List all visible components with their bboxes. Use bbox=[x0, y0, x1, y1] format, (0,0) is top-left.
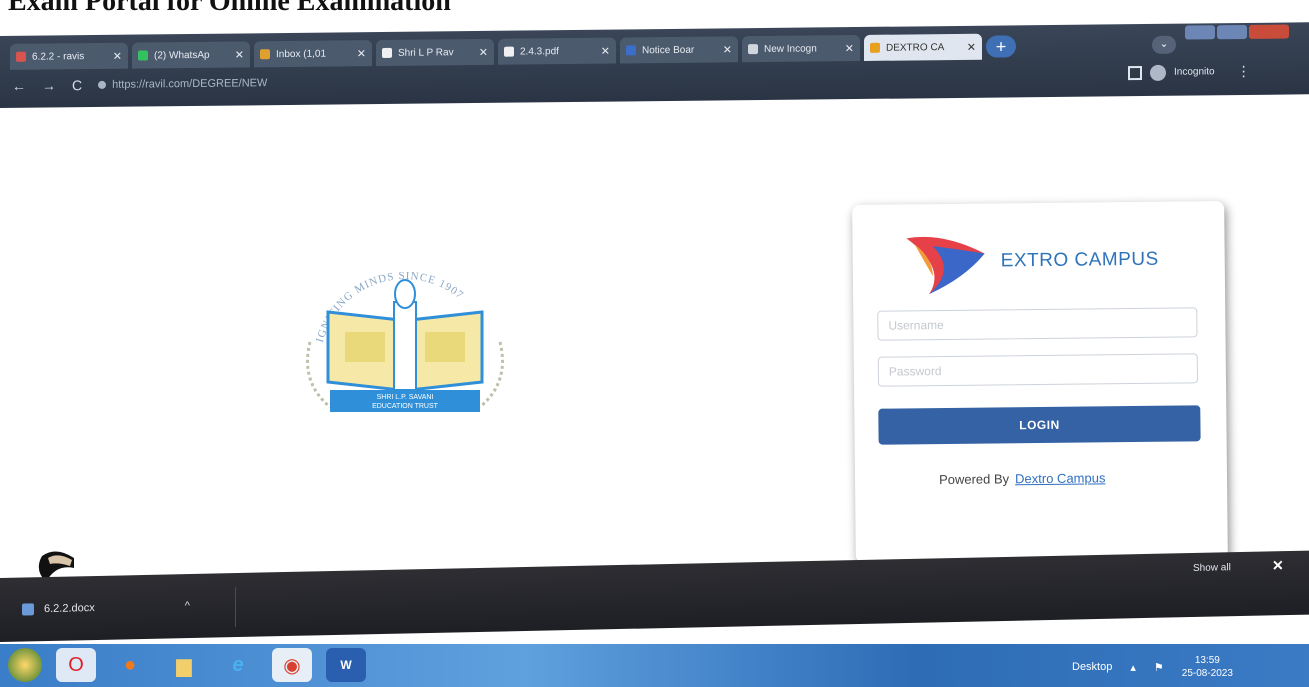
page-heading: Exam Portal for Online Examination bbox=[8, 0, 451, 17]
profile-label: Incognito bbox=[1174, 66, 1215, 78]
close-downloads-button[interactable]: ✕ bbox=[1272, 557, 1284, 574]
chevron-up-icon[interactable]: ^ bbox=[185, 600, 190, 612]
tab-close-icon[interactable]: ✕ bbox=[357, 47, 366, 60]
dextro-logo-icon bbox=[906, 236, 985, 295]
back-button[interactable]: ← bbox=[12, 78, 26, 94]
reload-button[interactable]: C bbox=[72, 77, 82, 93]
internet-explorer-icon[interactable]: e bbox=[218, 648, 258, 682]
tab-label: Inbox (1,01 bbox=[276, 48, 327, 60]
incognito-avatar-icon[interactable] bbox=[1150, 64, 1166, 81]
tab-strip: 6.2.2 - ravis ✕ (2) WhatsAp ✕ Inbox (1,01 ✕ Sh… bbox=[10, 33, 1016, 70]
login-button[interactable]: LOGIN bbox=[878, 405, 1201, 445]
start-orb-icon[interactable] bbox=[8, 648, 42, 682]
tab-label: Shri L P Rav bbox=[398, 46, 454, 59]
tab-close-icon[interactable]: ✕ bbox=[967, 40, 976, 53]
tab-label: New Incogn bbox=[764, 42, 817, 55]
download-item[interactable]: 6.2.2.docx ^ bbox=[22, 600, 190, 616]
browser-chrome: 6.2.2 - ravis ✕ (2) WhatsAp ✕ Inbox (1,01 ✕ Sh… bbox=[0, 22, 1309, 108]
show-all-button[interactable]: Show all bbox=[1193, 562, 1231, 574]
browser-tab[interactable]: Inbox (1,01 ✕ bbox=[254, 40, 372, 68]
browser-tab[interactable]: Shri L P Rav ✕ bbox=[376, 38, 494, 67]
tab-close-icon[interactable]: ✕ bbox=[723, 43, 732, 56]
powered-by: Powered By Dextro Campus bbox=[939, 470, 1106, 487]
trust-emblem-logo: IGNITING MINDS SINCE 1907 SHRI L.P. SAVA… bbox=[290, 270, 520, 437]
desktop-toolbar-label[interactable]: Desktop bbox=[1072, 661, 1112, 673]
browser-tab[interactable]: New Incogn ✕ bbox=[742, 34, 860, 63]
word-icon[interactable]: W bbox=[326, 648, 366, 682]
address-bar[interactable]: https://ravil.com/DEGREE/NEW bbox=[98, 75, 478, 91]
tray-overflow-icon[interactable]: ▴ bbox=[1130, 661, 1136, 674]
opera-icon[interactable]: O bbox=[56, 648, 96, 682]
download-divider bbox=[235, 587, 236, 628]
tab-close-icon[interactable]: ✕ bbox=[845, 42, 854, 55]
browser-tab[interactable]: (2) WhatsAp ✕ bbox=[132, 41, 250, 69]
tab-groups-icon[interactable] bbox=[1128, 65, 1142, 80]
emblem-trust-line1: SHRI L.P. SAVANI bbox=[377, 394, 434, 401]
tab-favicon-icon bbox=[138, 50, 148, 61]
browser-tab[interactable]: 6.2.2 - ravis ✕ bbox=[10, 42, 128, 70]
tab-favicon-icon bbox=[16, 51, 26, 62]
powered-by-label: Powered By bbox=[938, 471, 1010, 488]
new-tab-button[interactable]: + bbox=[986, 35, 1016, 58]
lock-icon bbox=[98, 80, 107, 89]
chrome-icon[interactable]: ◉ bbox=[272, 648, 312, 682]
password-input[interactable] bbox=[877, 353, 1199, 387]
word-document-icon bbox=[22, 603, 34, 616]
window-close-button[interactable] bbox=[1249, 24, 1289, 39]
system-tray: Desktop ▴ ⚑ 13:59 25-08-2023 bbox=[1072, 654, 1233, 680]
browser-menu-button[interactable]: ⋮ bbox=[1237, 63, 1251, 80]
tab-favicon-icon bbox=[504, 46, 514, 57]
tab-favicon-icon bbox=[382, 47, 392, 58]
address-url: https://ravil.com/DEGREE/NEW bbox=[112, 77, 268, 91]
tab-label: Notice Boar bbox=[642, 44, 695, 56]
tab-close-icon[interactable]: ✕ bbox=[601, 44, 610, 57]
browser-tab[interactable]: DEXTRO CA ✕ bbox=[864, 33, 982, 61]
tab-label: DEXTRO CA bbox=[886, 41, 945, 54]
clock-date: 25-08-2023 bbox=[1181, 668, 1233, 679]
action-center-flag-icon[interactable]: ⚑ bbox=[1154, 661, 1164, 674]
login-card: EXTRO CAMPUS LOGIN Powered By Dextro Camp… bbox=[852, 201, 1228, 563]
forward-button[interactable]: → bbox=[42, 77, 56, 93]
browser-tab[interactable]: Notice Boar ✕ bbox=[620, 36, 738, 64]
maximize-button[interactable] bbox=[1217, 24, 1247, 40]
tab-close-icon[interactable]: ✕ bbox=[235, 48, 244, 61]
tab-favicon-icon bbox=[260, 49, 270, 60]
firefox-icon[interactable]: ● bbox=[110, 648, 150, 682]
dextro-campus-link[interactable]: Dextro Campus bbox=[1015, 470, 1105, 486]
profile-area: Incognito ⋮ bbox=[1128, 63, 1251, 81]
tab-close-icon[interactable]: ✕ bbox=[113, 49, 122, 62]
windows-taskbar: O ● ▆ e ◉ W Desktop ▴ ⚑ 13:59 25-08-2023 bbox=[0, 644, 1309, 687]
browser-tab[interactable]: 2.4.3.pdf ✕ bbox=[498, 37, 616, 65]
minimize-button[interactable] bbox=[1185, 25, 1215, 40]
username-input[interactable] bbox=[877, 307, 1198, 341]
tab-label: (2) WhatsAp bbox=[154, 49, 210, 61]
brand-text: EXTRO CAMPUS bbox=[1000, 248, 1159, 272]
dextro-brand: EXTRO CAMPUS bbox=[902, 230, 1159, 299]
window-controls bbox=[1185, 24, 1289, 40]
tab-favicon-icon bbox=[626, 45, 636, 56]
tab-label: 2.4.3.pdf bbox=[520, 45, 559, 58]
emblem-trust-line2: EDUCATION TRUST bbox=[372, 403, 439, 410]
browser-toolbar: ← → C https://ravil.com/DEGREE/NEW bbox=[12, 73, 478, 94]
downloads-bar: 6.2.2.docx ^ Show all ✕ bbox=[0, 550, 1309, 642]
tab-favicon-icon bbox=[870, 42, 880, 53]
tab-search-button[interactable]: ⌄ bbox=[1152, 35, 1176, 54]
download-filename: 6.2.2.docx bbox=[44, 602, 95, 616]
taskbar-apps: O ● ▆ e ◉ W bbox=[8, 648, 366, 682]
clock-time: 13:59 bbox=[1194, 655, 1220, 666]
tab-label: 6.2.2 - ravis bbox=[32, 50, 85, 63]
taskbar-clock[interactable]: 13:59 25-08-2023 bbox=[1182, 654, 1233, 680]
tab-close-icon[interactable]: ✕ bbox=[479, 45, 488, 58]
tab-favicon-icon bbox=[748, 44, 758, 55]
file-explorer-icon[interactable]: ▆ bbox=[164, 648, 204, 682]
